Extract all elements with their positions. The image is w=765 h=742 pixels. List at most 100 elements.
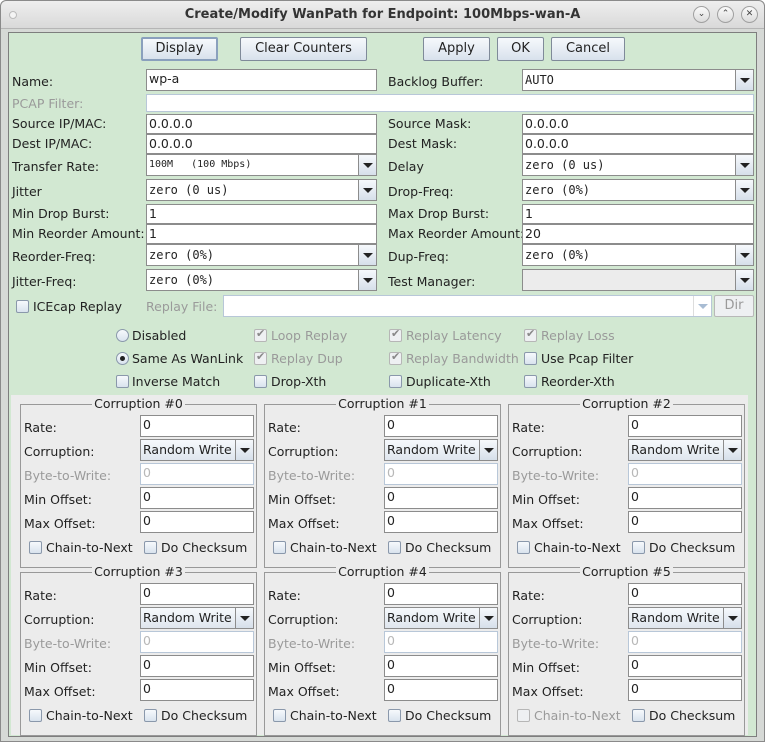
replay-file-select[interactable] <box>223 295 712 317</box>
reorder-freq-select[interactable]: zero (0%) <box>146 244 377 266</box>
chain-to-next-checkbox[interactable] <box>29 709 42 722</box>
duplicate-xth-checkbox[interactable] <box>389 375 402 388</box>
same-as-wanlink-radio[interactable] <box>116 352 129 365</box>
corruption-type-label: Corruption: <box>268 612 339 627</box>
min-reorder-input[interactable]: 1 <box>146 224 377 244</box>
disabled-radio[interactable] <box>116 329 129 342</box>
jitter-value: zero (0 us) <box>149 183 229 197</box>
rate-input[interactable]: 0 <box>384 583 498 605</box>
pcap-filter-input[interactable] <box>146 94 754 112</box>
transfer-rate-select[interactable]: 100M (100 Mbps) <box>146 154 377 176</box>
close-button[interactable]: ✕ <box>741 6 758 23</box>
name-input[interactable]: wp-a <box>146 69 377 91</box>
cancel-button[interactable]: Cancel <box>551 37 625 61</box>
reorder-xth-checkbox[interactable] <box>524 375 537 388</box>
do-checksum-checkbox[interactable] <box>388 541 401 554</box>
test-manager-label: Test Manager: <box>388 274 476 289</box>
corruption-type-select[interactable]: Random Write <box>628 607 742 629</box>
min-offset-input[interactable]: 0 <box>384 487 498 509</box>
rate-input[interactable]: 0 <box>384 415 498 437</box>
chain-to-next-checkbox[interactable] <box>517 709 530 722</box>
chevron-down-icon <box>723 608 741 628</box>
corruption-type-select[interactable]: Random Write <box>140 439 254 461</box>
dup-freq-select[interactable]: zero (0%) <box>522 244 754 266</box>
reorder-freq-value: zero (0%) <box>149 248 215 262</box>
corruption-type-label: Corruption: <box>512 612 583 627</box>
chain-to-next-checkbox[interactable] <box>29 541 42 554</box>
corruption-type-select[interactable]: Random Write <box>628 439 742 461</box>
max-offset-input[interactable]: 0 <box>384 511 498 533</box>
corruption-panel-0: Corruption #0 Rate: 0 Corruption: Random… <box>20 396 257 568</box>
min-drop-burst-input[interactable]: 1 <box>146 204 377 224</box>
backlog-buffer-select[interactable]: AUTO <box>522 69 754 91</box>
max-reorder-input[interactable]: 20 <box>522 224 754 244</box>
dest-ip-input[interactable]: 0.0.0.0 <box>146 134 377 154</box>
do-checksum-checkbox[interactable] <box>388 709 401 722</box>
min-offset-input[interactable]: 0 <box>628 655 742 677</box>
do-checksum-checkbox[interactable] <box>144 541 157 554</box>
dest-mask-input[interactable]: 0.0.0.0 <box>522 134 754 154</box>
drop-xth-checkbox[interactable] <box>254 375 267 388</box>
chain-to-next-checkbox[interactable] <box>273 541 286 554</box>
source-ip-input[interactable]: 0.0.0.0 <box>146 114 377 134</box>
min-offset-input[interactable]: 0 <box>140 487 254 509</box>
byte-to-write-input[interactable]: 0 <box>628 463 742 485</box>
min-offset-input[interactable]: 0 <box>628 487 742 509</box>
dir-button[interactable]: Dir <box>714 295 754 317</box>
replay-bandwidth-label: Replay Bandwidth <box>406 351 519 366</box>
corruption-type-select[interactable]: Random Write <box>140 607 254 629</box>
loop-replay-checkbox[interactable] <box>254 327 267 342</box>
delay-select[interactable]: zero (0 us) <box>522 154 754 176</box>
max-drop-burst-input[interactable]: 1 <box>522 204 754 224</box>
byte-to-write-input[interactable]: 0 <box>140 631 254 653</box>
byte-to-write-input[interactable]: 0 <box>384 463 498 485</box>
backlog-buffer-value: AUTO <box>525 73 554 87</box>
test-manager-select[interactable] <box>522 269 754 291</box>
drop-freq-select[interactable]: zero (0%) <box>522 179 754 201</box>
max-offset-input[interactable]: 0 <box>628 679 742 701</box>
apply-button[interactable]: Apply <box>423 37 490 61</box>
minimize-button[interactable]: ⌄ <box>693 6 710 23</box>
byte-to-write-input[interactable]: 0 <box>384 631 498 653</box>
rate-input[interactable]: 0 <box>140 583 254 605</box>
source-mask-label: Source Mask: <box>388 116 472 131</box>
clear-counters-button[interactable]: Clear Counters <box>240 37 367 61</box>
chain-to-next-checkbox[interactable] <box>273 709 286 722</box>
ok-button[interactable]: OK <box>497 37 544 61</box>
min-offset-label: Min Offset: <box>512 492 580 507</box>
jitter-select[interactable]: zero (0 us) <box>146 179 377 201</box>
use-pcap-filter-checkbox[interactable] <box>524 352 537 365</box>
min-offset-input[interactable]: 0 <box>384 655 498 677</box>
min-offset-input[interactable]: 0 <box>140 655 254 677</box>
byte-to-write-input[interactable]: 0 <box>628 631 742 653</box>
replay-bandwidth-checkbox[interactable] <box>389 350 402 365</box>
byte-to-write-input[interactable]: 0 <box>140 463 254 485</box>
max-offset-input[interactable]: 0 <box>628 511 742 533</box>
rate-input[interactable]: 0 <box>140 415 254 437</box>
replay-loss-checkbox[interactable] <box>524 327 537 342</box>
corruption-type-select[interactable]: Random Write <box>384 439 498 461</box>
corruption-type-select[interactable]: Random Write <box>384 607 498 629</box>
inverse-match-checkbox[interactable] <box>116 375 129 388</box>
byte-to-write-label: Byte-to-Write: <box>268 636 356 651</box>
do-checksum-checkbox[interactable] <box>144 709 157 722</box>
do-checksum-checkbox[interactable] <box>632 709 645 722</box>
do-checksum-checkbox[interactable] <box>632 541 645 554</box>
maximize-button[interactable]: ⌃ <box>717 6 734 23</box>
rate-input[interactable]: 0 <box>628 583 742 605</box>
chevron-up-icon: ⌃ <box>721 9 730 19</box>
display-button[interactable]: Display <box>141 37 218 61</box>
replay-dup-checkbox[interactable] <box>254 350 267 365</box>
jitter-freq-select[interactable]: zero (0%) <box>146 269 377 291</box>
max-offset-input[interactable]: 0 <box>140 511 254 533</box>
icecap-replay-checkbox[interactable] <box>16 300 29 313</box>
replay-latency-checkbox[interactable] <box>389 327 402 342</box>
dup-freq-label: Dup-Freq: <box>388 249 449 264</box>
rate-input[interactable]: 0 <box>628 415 742 437</box>
chain-to-next-label: Chain-to-Next <box>290 708 377 723</box>
source-mask-input[interactable]: 0.0.0.0 <box>522 114 754 134</box>
corruption-type-label: Corruption: <box>512 444 583 459</box>
chain-to-next-checkbox[interactable] <box>517 541 530 554</box>
max-offset-input[interactable]: 0 <box>384 679 498 701</box>
max-offset-input[interactable]: 0 <box>140 679 254 701</box>
